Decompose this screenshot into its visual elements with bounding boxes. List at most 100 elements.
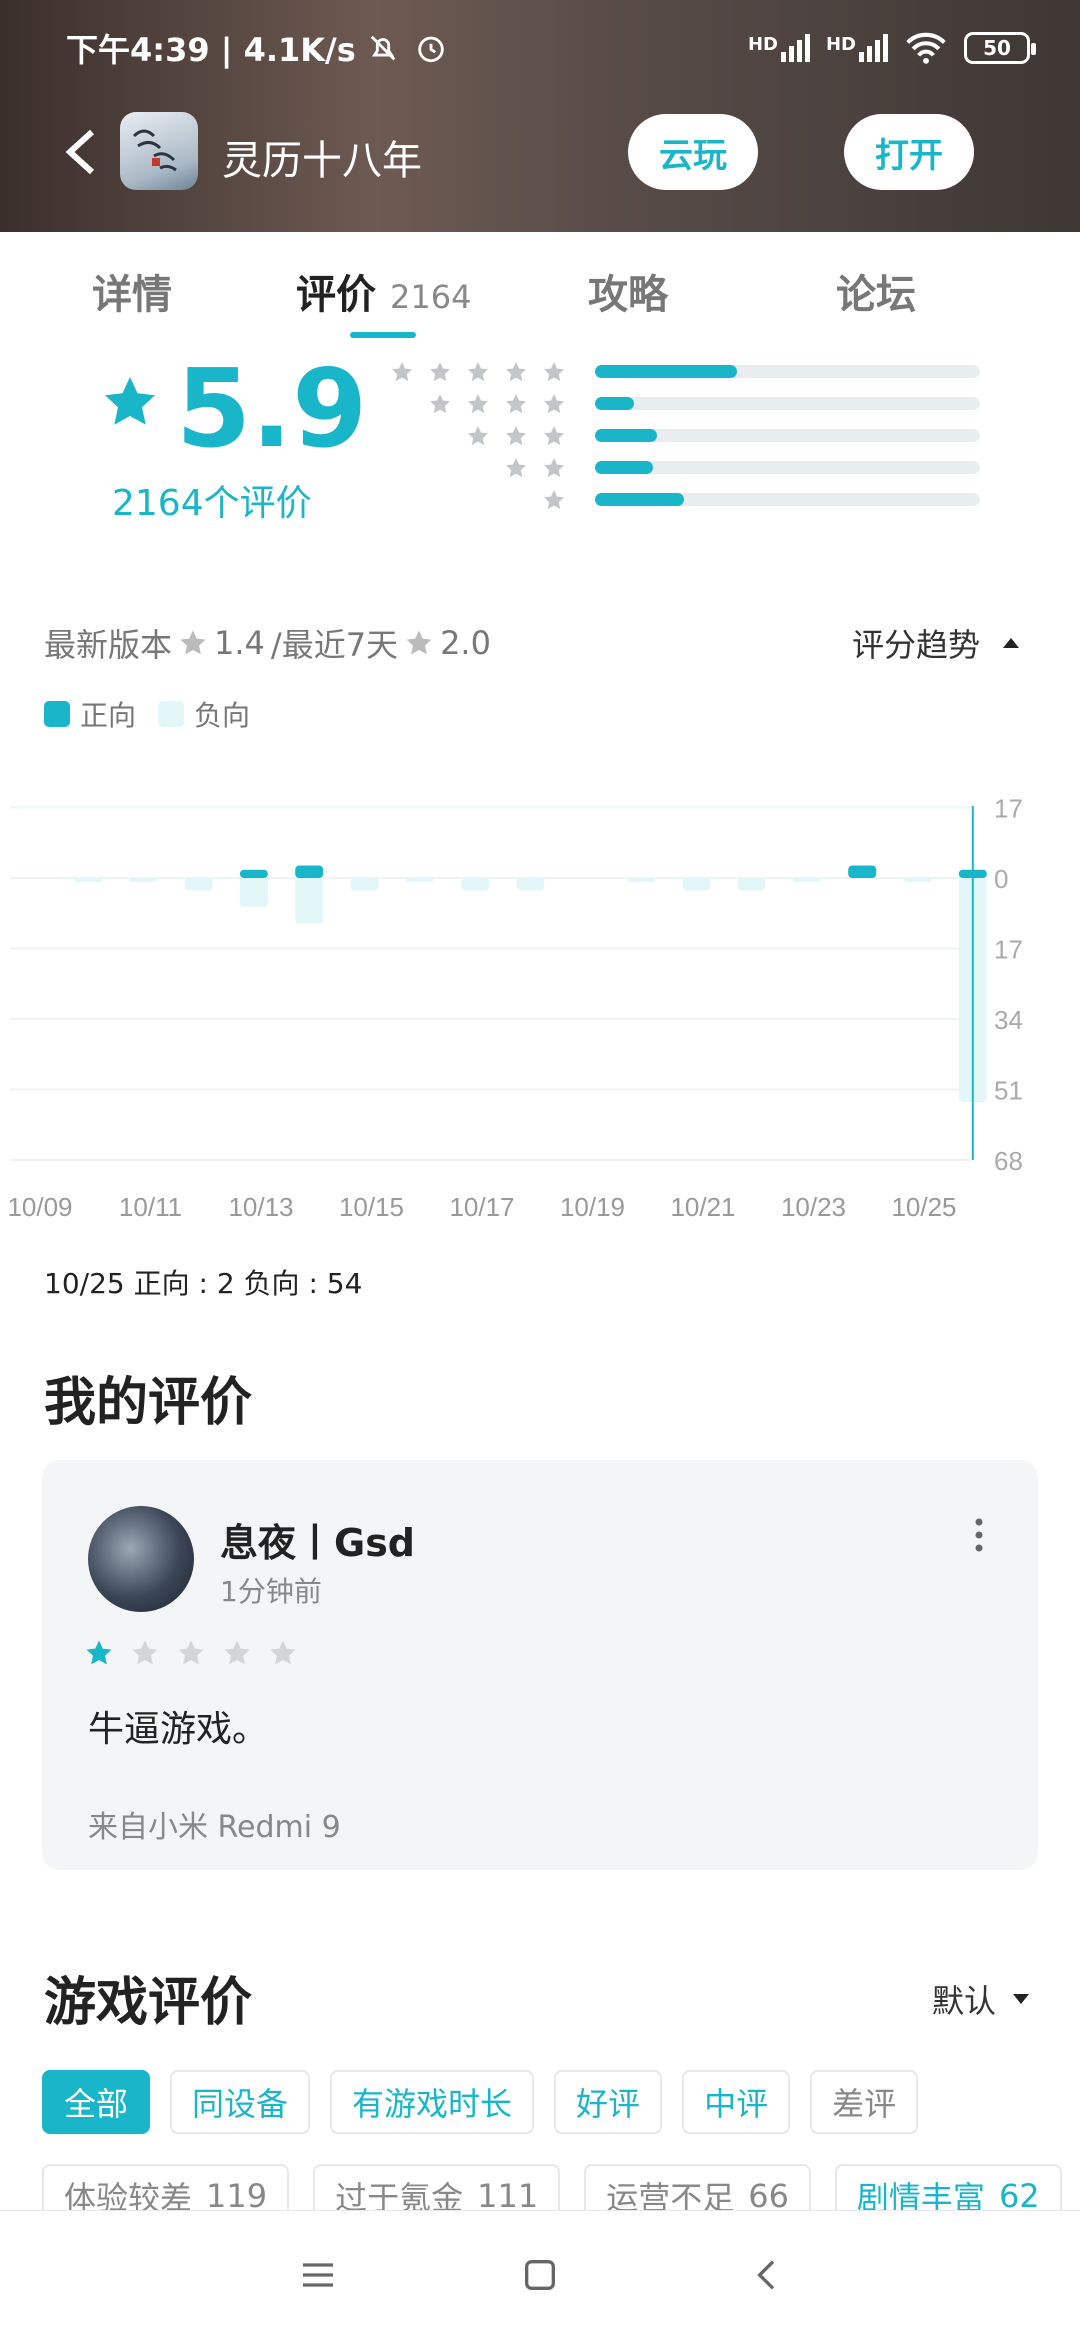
distribution-star-icon [468,426,488,446]
battery-level: 50 [983,36,1011,60]
filled-star-icon [86,1640,112,1665]
avatar[interactable] [88,1506,194,1612]
back-arrow-icon[interactable] [62,128,102,176]
distribution-row-4 [400,392,980,416]
status-bar: 下午4:39 | 4.1K/s HD HD 50 [66,24,1036,72]
distribution-star-icon [430,362,450,382]
positive-bar [848,865,877,878]
y-tick-label: 17 [994,935,1023,965]
average-score: 5.9 [176,347,368,472]
negative-bar [627,878,655,883]
distribution-star-icon [506,394,526,414]
trend-toggle[interactable]: 评分趋势 [852,620,1020,666]
small-star-icon-2 [406,630,432,655]
x-tick-label: 10/15 [339,1192,404,1220]
y-tick-label: 0 [994,864,1008,894]
tab-bar: 详情 评价 2164 攻略 论坛 [0,232,1080,342]
app-logo-icon [132,129,177,172]
caret-up-icon [1003,638,1019,648]
filter-has-playtime[interactable]: 有游戏时长 [330,2070,535,2134]
distribution-fill [595,429,657,442]
hd-label-2: HD [825,34,856,55]
distribution-track [595,493,980,506]
negative-bar [184,878,213,891]
distribution-track [595,365,980,378]
review-time: 1分钟前 [220,1575,322,1608]
selected-day-summary: 10/25 正向 : 2 负向 : 54 [44,1267,363,1300]
positive-bar [295,865,324,878]
back-icon[interactable] [748,2255,788,2295]
tab-guides[interactable]: 攻略 [588,262,668,320]
alarm-icon [418,36,444,63]
y-tick-label: 51 [994,1076,1023,1106]
distribution-star-icon [468,362,488,382]
x-tick-label: 10/23 [781,1192,846,1220]
recent-label: /最近7天 [270,626,399,664]
rating-count: 2164个评价 [112,483,312,524]
distribution-star-icon [468,394,488,414]
caret-down-icon [1013,1994,1029,2004]
home-icon[interactable] [520,2255,560,2295]
negative-bar [350,878,379,891]
app-icon [120,112,198,190]
menu-icon[interactable] [298,2255,338,2295]
tab-forum[interactable]: 论坛 [836,262,916,320]
filter-same-device[interactable]: 同设备 [170,2070,311,2134]
distribution-row-1 [400,488,980,512]
distribution-row-2 [400,456,980,480]
sort-label: 默认 [931,1982,996,2020]
more-options-icon[interactable] [974,1518,984,1552]
tab-reviews-label: 评价 [296,272,376,318]
distribution-fill [595,397,634,410]
distribution-stars [542,488,566,512]
rating-summary: 5.9 2164个评价 [0,350,1080,530]
distribution-stars [504,456,566,480]
review-stars [84,1638,298,1668]
distribution-star-icon [430,394,450,414]
y-tick-label: 34 [994,1005,1023,1035]
negative-bar [682,878,711,891]
distribution-star-icon [544,426,564,446]
legend-negative-label: 负向 [194,699,251,732]
negative-bar [239,878,268,908]
distribution-star-icon [544,490,564,510]
game-reviews-title: 游戏评价 [44,1973,253,2033]
negative-bar [737,878,766,891]
negative-bar [74,878,102,883]
hd-label: HD [747,34,778,55]
cloud-play-button[interactable]: 云玩 [628,114,758,190]
y-tick-label: 17 [994,794,1023,824]
open-button[interactable]: 打开 [844,114,974,190]
empty-star-icon [178,1640,204,1665]
system-nav-bar [0,2210,1080,2340]
x-tick-label: 10/13 [228,1192,293,1220]
filter-positive[interactable]: 好评 [554,2070,663,2134]
distribution-star-icon [392,362,412,382]
filter-negative[interactable]: 差评 [810,2070,919,2134]
review-username[interactable]: 息夜丨Gsd [220,1512,415,1567]
empty-star-icon [224,1640,250,1665]
tab-details[interactable]: 详情 [92,262,172,320]
negative-bar [405,878,434,883]
trend-label: 评分趋势 [851,626,980,664]
empty-star-icon [270,1640,296,1665]
sort-dropdown[interactable]: 默认 [932,1976,1030,2022]
distribution-track [595,397,980,410]
distribution-fill [595,493,684,506]
recent-score: 2.0 [440,624,491,662]
distribution-track [595,429,980,442]
distribution-fill [595,365,738,378]
latest-version-label: 最新版本 [44,626,173,664]
distribution-stars [390,360,566,384]
rating-trend-chart[interactable]: 17 0 17 34 51 68 10/09 10/11 10/13 10/15 10/17 10/1… [0,780,1080,1221]
x-tick-label: 10/11 [119,1192,182,1220]
filter-all[interactable]: 全部 [42,2070,151,2134]
filter-neutral[interactable]: 中评 [682,2070,791,2134]
distribution-row-5 [392,360,980,384]
distribution-stars [428,392,566,416]
tab-reviews[interactable]: 评价 2164 [296,262,471,320]
legend-negative-swatch [158,701,185,727]
review-device: 来自小米 Redmi 9 [88,1810,341,1845]
my-review-title: 我的评价 [44,1373,253,1433]
distribution-row-3 [400,424,980,448]
